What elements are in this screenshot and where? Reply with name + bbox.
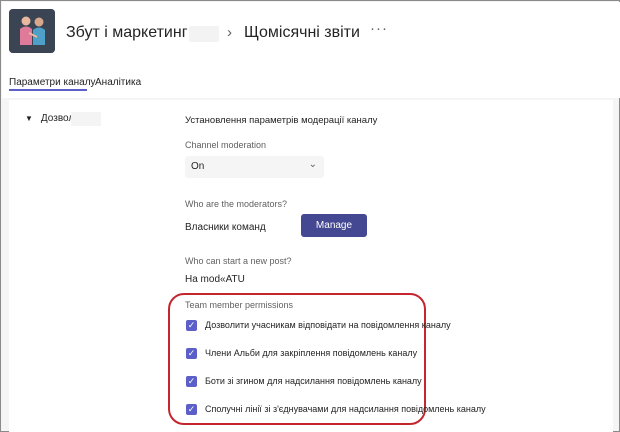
checkbox-checked-icon[interactable]: ✓ — [186, 404, 197, 415]
new-post-value: На mod«ATU — [185, 274, 245, 285]
settings-panel: ▼ Дозволи Установлення параметрів модерац… — [9, 100, 613, 432]
moderation-heading: Установлення параметрів модерації каналу — [185, 115, 378, 126]
manage-button[interactable]: Manage — [301, 214, 367, 237]
new-post-label: Who can start a new post? — [185, 256, 292, 266]
permission-label: Дозволити учасникам відповідати на повід… — [205, 320, 451, 330]
tab-bar: Параметри каналу Аналітика — [2, 72, 620, 98]
redacted-area — [189, 26, 219, 42]
channel-moderation-dropdown[interactable]: On ⌄ — [185, 156, 324, 178]
dropdown-value: On — [191, 161, 205, 172]
team-name[interactable]: Збут і маркетинг — [66, 24, 188, 42]
team-member-permissions-label: Team member permissions — [185, 300, 294, 310]
more-options-button[interactable]: ··· — [370, 20, 388, 37]
permission-label: Боти зі згином для надсилання повідомлен… — [205, 376, 422, 386]
permission-label: Члени Альби для закріплення повідомлень … — [205, 348, 418, 358]
collapse-arrow-icon: ▼ — [25, 114, 33, 123]
checkbox-checked-icon[interactable]: ✓ — [186, 348, 197, 359]
chevron-down-icon: ⌄ — [308, 159, 317, 170]
checkbox-checked-icon[interactable]: ✓ — [186, 320, 197, 331]
team-avatar[interactable] — [9, 9, 55, 53]
channel-name: Щомісячні звіти — [244, 24, 360, 41]
checkbox-checked-icon[interactable]: ✓ — [186, 376, 197, 387]
tab-channel-settings[interactable]: Параметри каналу — [9, 77, 96, 88]
tab-analytics[interactable]: Аналітика — [95, 77, 141, 88]
redacted-area — [71, 112, 101, 126]
app-window: Збут і маркетинг › Щомісячні звіти ··· П… — [0, 0, 620, 432]
permission-label: Сполучні лінії зі з'єднувачами для надси… — [205, 404, 486, 414]
moderators-label: Who are the moderators? — [185, 199, 288, 209]
channel-moderation-label: Channel moderation — [185, 140, 267, 150]
header: Збут і маркетинг › Щомісячні звіти ··· — [2, 2, 620, 72]
active-tab-indicator — [9, 89, 87, 91]
breadcrumb-separator-icon: › — [227, 24, 232, 41]
team-people-icon — [9, 9, 55, 53]
moderators-value: Власники команд — [185, 222, 266, 233]
